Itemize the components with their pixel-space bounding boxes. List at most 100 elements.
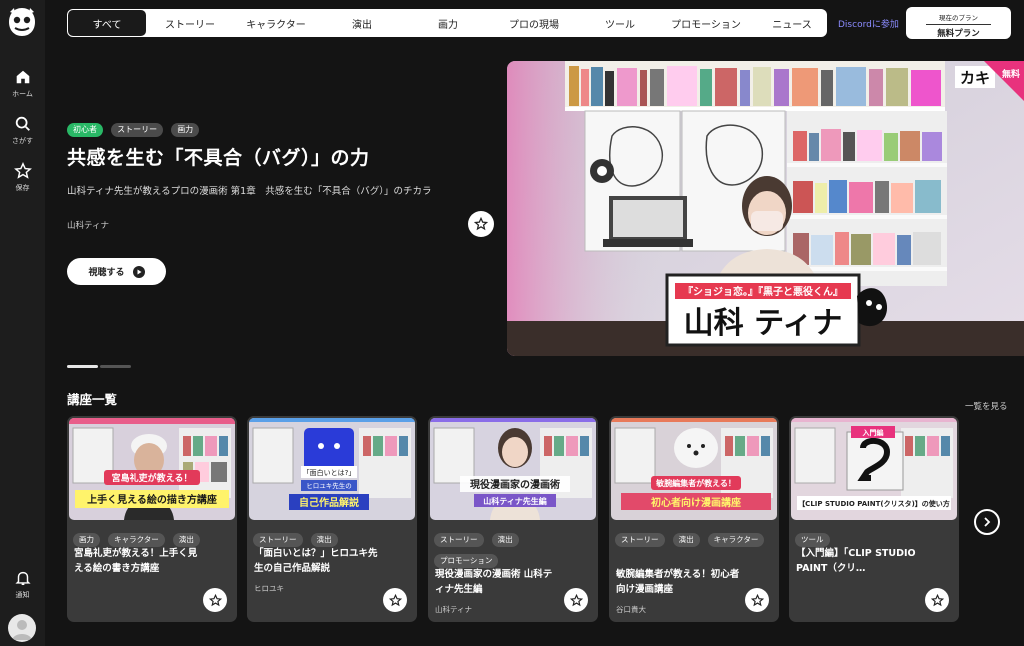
- discord-link[interactable]: Discordに参加: [838, 17, 899, 30]
- sidebar-item-saved[interactable]: 保存: [0, 162, 45, 193]
- course-title: 敏腕編集者が教える！初心者向け漫画講座: [616, 569, 740, 595]
- hero-title: 共感を生む「不具合（バグ）」の力: [67, 147, 370, 169]
- free-badge: 無料: [1002, 68, 1020, 80]
- course-title: 【入門編】「CLIP STUDIO PAINT（クリ…: [796, 548, 916, 574]
- course-tags: ストーリー 演出 プロモーション: [434, 526, 594, 568]
- thumb-caption-mid: ヒロユキ先生の: [306, 481, 352, 490]
- course-author: 谷口貴大: [616, 605, 646, 614]
- play-icon: [132, 265, 145, 278]
- left-rail: ホーム さがす 保存 通知: [0, 0, 45, 646]
- sidebar-item-home[interactable]: ホーム: [0, 68, 45, 99]
- bell-icon: [14, 571, 31, 586]
- tag-story[interactable]: ストーリー: [111, 123, 164, 137]
- thumb-caption-bottom: 【CLIP STUDIO PAINT(クリスタ)】の使い方: [798, 499, 950, 508]
- course-tag[interactable]: 演出: [172, 533, 200, 547]
- hero-subtitle: 山科ティナ先生が教えるプロの漫画術 第1章 共感を生む「不具合（バグ）」のチカラ: [67, 186, 432, 197]
- favorite-button[interactable]: [383, 588, 407, 612]
- home-icon: [16, 70, 29, 84]
- course-author: ヒロユキ: [254, 584, 284, 593]
- thumb-caption-bottom: 山科ティナ先生編: [483, 496, 547, 506]
- sidebar-item-label: さがす: [12, 137, 33, 145]
- tab-story[interactable]: ストーリー: [147, 9, 233, 37]
- thumb-caption-top: 入門編: [862, 428, 884, 437]
- favorite-button[interactable]: [925, 588, 949, 612]
- favorite-button[interactable]: [203, 588, 227, 612]
- thumb-caption-top: 敏腕編集者が教える！: [655, 478, 736, 488]
- course-title: 「面白いとは？」ヒロユキ先生の自己作品解説: [254, 548, 378, 574]
- hero-author: 山科ティナ: [67, 221, 109, 231]
- plan-label: 現在のプラン: [926, 12, 991, 25]
- course-tag[interactable]: 画力: [73, 533, 100, 547]
- thumb-caption-top: 現役漫画家の漫画術: [470, 478, 560, 491]
- sidebar-item-label: 通知: [15, 591, 30, 599]
- see-all-link[interactable]: 一覧を見る: [965, 400, 1008, 412]
- tag-beginner[interactable]: 初心者: [67, 123, 103, 137]
- hero-tags: 初心者 ストーリー 画力: [67, 117, 202, 137]
- star-icon: [388, 593, 402, 606]
- tab-pro[interactable]: プロの現場: [491, 9, 577, 37]
- sidebar-item-search[interactable]: さがす: [0, 115, 45, 146]
- course-card[interactable]: 宮島礼吏が教える！ 上手く見える絵の描き方講座 画力 キャラクター 演出 宮島礼…: [67, 416, 237, 622]
- favorite-button[interactable]: [564, 588, 588, 612]
- course-tag[interactable]: 演出: [310, 533, 338, 547]
- course-tag[interactable]: ツール: [795, 533, 830, 547]
- sidebar-item-label: ホーム: [12, 90, 33, 98]
- tab-promotion[interactable]: プロモーション: [663, 9, 749, 37]
- watch-label: 視聴する: [88, 268, 125, 278]
- thumb-caption-top: 宮島礼吏が教える！: [112, 472, 193, 484]
- tab-news[interactable]: ニュース: [749, 9, 827, 37]
- carousel-next-button[interactable]: [974, 509, 1000, 535]
- course-tag[interactable]: 演出: [672, 533, 700, 547]
- tab-character[interactable]: キャラクター: [233, 9, 319, 37]
- carousel-dot[interactable]: [67, 365, 98, 368]
- course-tag[interactable]: キャラクター: [707, 533, 765, 547]
- course-tags: ストーリー 演出 キャラクター: [615, 526, 775, 547]
- course-title: 宮島礼吏が教える！上手く見える絵の書き方講座: [74, 548, 198, 574]
- course-tag[interactable]: ストーリー: [253, 533, 303, 547]
- sidebar-item-notifications[interactable]: 通知: [0, 569, 45, 600]
- tag-drawing[interactable]: 画力: [171, 123, 200, 137]
- course-tags: 画力 キャラクター 演出: [73, 526, 233, 547]
- course-author: 山科ティナ: [435, 605, 473, 614]
- course-thumbnail: 入門編 【CLIP STUDIO PAINT(クリスタ)】の使い方: [791, 418, 957, 520]
- course-thumbnail: 宮島礼吏が教える！ 上手く見える絵の描き方講座: [69, 418, 235, 520]
- favorite-button[interactable]: [745, 588, 769, 612]
- tab-direction[interactable]: 演出: [319, 9, 405, 37]
- hero-favorite-button[interactable]: [468, 211, 494, 237]
- course-card[interactable]: 「面白いとは?」 ヒロユキ先生の 自己作品解説 ストーリー 演出 「面白いとは？…: [247, 416, 417, 622]
- course-tag[interactable]: キャラクター: [108, 533, 165, 547]
- watch-button[interactable]: 視聴する: [67, 258, 166, 285]
- tab-drawing[interactable]: 画力: [405, 9, 491, 37]
- star-icon: [474, 217, 488, 231]
- plan-button[interactable]: 現在のプラン 無料プラン: [906, 7, 1011, 39]
- carousel-indicator: [67, 353, 133, 372]
- course-thumbnail: 現役漫画家の漫画術 山科ティナ先生編: [430, 418, 596, 520]
- avatar[interactable]: [8, 614, 36, 642]
- thumb-caption-top: 「面白いとは?」: [303, 468, 356, 477]
- course-tag[interactable]: 演出: [491, 533, 519, 547]
- tab-tools[interactable]: ツール: [577, 9, 663, 37]
- chevron-right-icon: [984, 517, 991, 527]
- thumb-caption-bottom: 上手く見える絵の描き方講座: [87, 493, 217, 506]
- hero-caption-small: 『ショジョ恋。』『黒子と悪役くん』: [683, 285, 843, 298]
- course-title: 現役漫画家の漫画術 山科ティナ先生編: [435, 569, 553, 595]
- hero-brand: カキ: [960, 69, 990, 87]
- course-card[interactable]: 入門編 【CLIP STUDIO PAINT(クリスタ)】の使い方 ツール 【入…: [789, 416, 959, 622]
- course-tag[interactable]: ストーリー: [615, 533, 665, 547]
- course-tag[interactable]: ストーリー: [434, 533, 484, 547]
- category-tabs: すべて ストーリー キャラクター 演出 画力 プロの現場 ツール プロモーション…: [67, 9, 827, 37]
- plan-value: 無料プラン: [937, 29, 980, 39]
- carousel-dot[interactable]: [100, 365, 131, 368]
- hero-caption-name: 山科 ティナ: [684, 306, 843, 341]
- search-icon: [15, 116, 30, 131]
- course-list-title: 講座一覧: [67, 392, 118, 407]
- course-card[interactable]: 敏腕編集者が教える！ 初心者向け漫画講座 ストーリー 演出 キャラクター 敏腕編…: [609, 416, 779, 622]
- hero-video-thumbnail[interactable]: 『ショジョ恋。』『黒子と悪役くん』 山科 ティナ カキ 無料: [507, 61, 1024, 356]
- app-logo[interactable]: [6, 6, 38, 38]
- star-icon: [208, 593, 222, 606]
- course-card[interactable]: 現役漫画家の漫画術 山科ティナ先生編 ストーリー 演出 プロモーション 現役漫画…: [428, 416, 598, 622]
- tab-all[interactable]: すべて: [68, 10, 146, 36]
- course-tags: ストーリー 演出: [253, 526, 413, 547]
- sidebar-item-label: 保存: [15, 184, 30, 192]
- course-tag[interactable]: プロモーション: [434, 554, 499, 568]
